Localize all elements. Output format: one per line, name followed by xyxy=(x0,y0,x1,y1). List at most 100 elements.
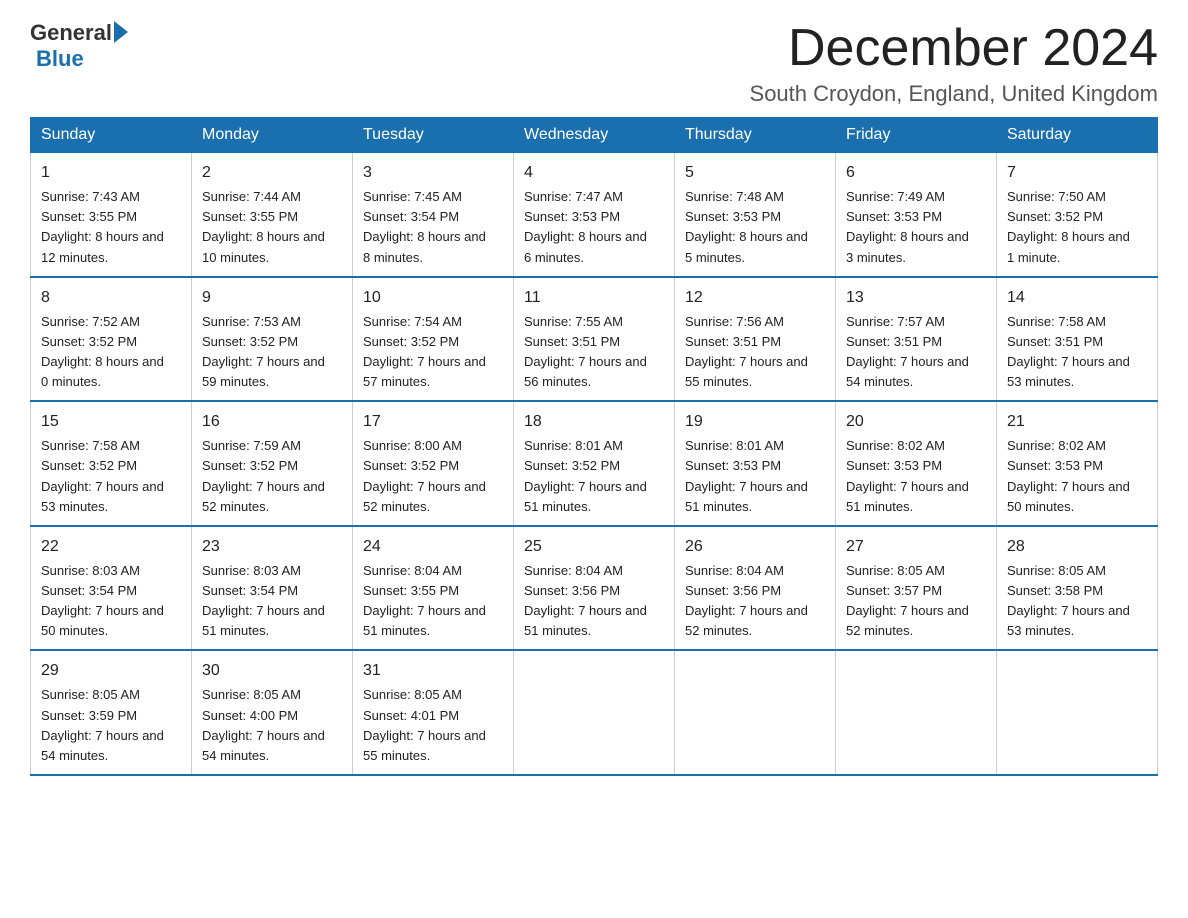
day-number: 26 xyxy=(685,535,825,559)
day-info: Sunrise: 7:59 AMSunset: 3:52 PMDaylight:… xyxy=(202,436,342,517)
calendar-week-row: 22Sunrise: 8:03 AMSunset: 3:54 PMDayligh… xyxy=(31,526,1158,651)
day-info: Sunrise: 8:04 AMSunset: 3:56 PMDaylight:… xyxy=(685,561,825,642)
calendar-cell: 21Sunrise: 8:02 AMSunset: 3:53 PMDayligh… xyxy=(997,401,1158,526)
day-number: 25 xyxy=(524,535,664,559)
calendar-cell: 24Sunrise: 8:04 AMSunset: 3:55 PMDayligh… xyxy=(353,526,514,651)
calendar-week-row: 1Sunrise: 7:43 AMSunset: 3:55 PMDaylight… xyxy=(31,153,1158,277)
day-info: Sunrise: 8:04 AMSunset: 3:56 PMDaylight:… xyxy=(524,561,664,642)
day-number: 10 xyxy=(363,286,503,310)
day-info: Sunrise: 8:01 AMSunset: 3:53 PMDaylight:… xyxy=(685,436,825,517)
calendar-cell: 17Sunrise: 8:00 AMSunset: 3:52 PMDayligh… xyxy=(353,401,514,526)
day-number: 16 xyxy=(202,410,342,434)
day-info: Sunrise: 8:05 AMSunset: 4:01 PMDaylight:… xyxy=(363,685,503,766)
day-number: 23 xyxy=(202,535,342,559)
day-info: Sunrise: 8:02 AMSunset: 3:53 PMDaylight:… xyxy=(1007,436,1147,517)
day-info: Sunrise: 7:57 AMSunset: 3:51 PMDaylight:… xyxy=(846,312,986,393)
day-info: Sunrise: 7:50 AMSunset: 3:52 PMDaylight:… xyxy=(1007,187,1147,268)
calendar-cell: 7Sunrise: 7:50 AMSunset: 3:52 PMDaylight… xyxy=(997,153,1158,277)
day-info: Sunrise: 7:47 AMSunset: 3:53 PMDaylight:… xyxy=(524,187,664,268)
day-number: 9 xyxy=(202,286,342,310)
title-block: December 2024 South Croydon, England, Un… xyxy=(750,20,1158,107)
calendar-cell: 25Sunrise: 8:04 AMSunset: 3:56 PMDayligh… xyxy=(514,526,675,651)
day-info: Sunrise: 8:02 AMSunset: 3:53 PMDaylight:… xyxy=(846,436,986,517)
col-header-thursday: Thursday xyxy=(675,118,836,153)
day-number: 14 xyxy=(1007,286,1147,310)
day-number: 11 xyxy=(524,286,664,310)
calendar-cell: 9Sunrise: 7:53 AMSunset: 3:52 PMDaylight… xyxy=(192,277,353,402)
col-header-tuesday: Tuesday xyxy=(353,118,514,153)
day-info: Sunrise: 7:52 AMSunset: 3:52 PMDaylight:… xyxy=(41,312,181,393)
calendar-cell: 11Sunrise: 7:55 AMSunset: 3:51 PMDayligh… xyxy=(514,277,675,402)
day-info: Sunrise: 8:05 AMSunset: 3:58 PMDaylight:… xyxy=(1007,561,1147,642)
day-info: Sunrise: 7:45 AMSunset: 3:54 PMDaylight:… xyxy=(363,187,503,268)
calendar-cell: 20Sunrise: 8:02 AMSunset: 3:53 PMDayligh… xyxy=(836,401,997,526)
day-number: 27 xyxy=(846,535,986,559)
calendar-cell: 4Sunrise: 7:47 AMSunset: 3:53 PMDaylight… xyxy=(514,153,675,277)
calendar-header-row: SundayMondayTuesdayWednesdayThursdayFrid… xyxy=(31,118,1158,153)
day-number: 24 xyxy=(363,535,503,559)
day-number: 8 xyxy=(41,286,181,310)
day-number: 2 xyxy=(202,161,342,185)
day-info: Sunrise: 7:44 AMSunset: 3:55 PMDaylight:… xyxy=(202,187,342,268)
day-info: Sunrise: 8:03 AMSunset: 3:54 PMDaylight:… xyxy=(41,561,181,642)
col-header-monday: Monday xyxy=(192,118,353,153)
calendar-cell: 5Sunrise: 7:48 AMSunset: 3:53 PMDaylight… xyxy=(675,153,836,277)
day-number: 21 xyxy=(1007,410,1147,434)
day-number: 19 xyxy=(685,410,825,434)
day-info: Sunrise: 7:49 AMSunset: 3:53 PMDaylight:… xyxy=(846,187,986,268)
day-number: 28 xyxy=(1007,535,1147,559)
calendar-cell: 3Sunrise: 7:45 AMSunset: 3:54 PMDaylight… xyxy=(353,153,514,277)
calendar-cell: 8Sunrise: 7:52 AMSunset: 3:52 PMDaylight… xyxy=(31,277,192,402)
day-info: Sunrise: 7:54 AMSunset: 3:52 PMDaylight:… xyxy=(363,312,503,393)
day-info: Sunrise: 7:56 AMSunset: 3:51 PMDaylight:… xyxy=(685,312,825,393)
logo-blue-text: Blue xyxy=(36,46,84,72)
calendar-cell: 12Sunrise: 7:56 AMSunset: 3:51 PMDayligh… xyxy=(675,277,836,402)
day-number: 30 xyxy=(202,659,342,683)
subtitle: South Croydon, England, United Kingdom xyxy=(750,81,1158,107)
day-number: 3 xyxy=(363,161,503,185)
calendar-cell: 19Sunrise: 8:01 AMSunset: 3:53 PMDayligh… xyxy=(675,401,836,526)
col-header-saturday: Saturday xyxy=(997,118,1158,153)
day-info: Sunrise: 7:58 AMSunset: 3:52 PMDaylight:… xyxy=(41,436,181,517)
calendar-cell: 14Sunrise: 7:58 AMSunset: 3:51 PMDayligh… xyxy=(997,277,1158,402)
day-number: 20 xyxy=(846,410,986,434)
day-info: Sunrise: 8:03 AMSunset: 3:54 PMDaylight:… xyxy=(202,561,342,642)
calendar-cell: 29Sunrise: 8:05 AMSunset: 3:59 PMDayligh… xyxy=(31,650,192,775)
calendar-cell: 16Sunrise: 7:59 AMSunset: 3:52 PMDayligh… xyxy=(192,401,353,526)
day-number: 22 xyxy=(41,535,181,559)
day-info: Sunrise: 7:53 AMSunset: 3:52 PMDaylight:… xyxy=(202,312,342,393)
day-number: 15 xyxy=(41,410,181,434)
col-header-sunday: Sunday xyxy=(31,118,192,153)
day-info: Sunrise: 7:48 AMSunset: 3:53 PMDaylight:… xyxy=(685,187,825,268)
day-number: 4 xyxy=(524,161,664,185)
calendar-cell: 26Sunrise: 8:04 AMSunset: 3:56 PMDayligh… xyxy=(675,526,836,651)
calendar-cell: 31Sunrise: 8:05 AMSunset: 4:01 PMDayligh… xyxy=(353,650,514,775)
main-title: December 2024 xyxy=(750,20,1158,77)
calendar-cell: 1Sunrise: 7:43 AMSunset: 3:55 PMDaylight… xyxy=(31,153,192,277)
day-info: Sunrise: 7:55 AMSunset: 3:51 PMDaylight:… xyxy=(524,312,664,393)
day-number: 18 xyxy=(524,410,664,434)
day-number: 1 xyxy=(41,161,181,185)
day-number: 6 xyxy=(846,161,986,185)
calendar-cell: 18Sunrise: 8:01 AMSunset: 3:52 PMDayligh… xyxy=(514,401,675,526)
calendar-cell: 23Sunrise: 8:03 AMSunset: 3:54 PMDayligh… xyxy=(192,526,353,651)
calendar-cell: 28Sunrise: 8:05 AMSunset: 3:58 PMDayligh… xyxy=(997,526,1158,651)
day-number: 5 xyxy=(685,161,825,185)
day-number: 13 xyxy=(846,286,986,310)
calendar-cell: 13Sunrise: 7:57 AMSunset: 3:51 PMDayligh… xyxy=(836,277,997,402)
logo-arrow-icon xyxy=(114,21,128,43)
calendar-week-row: 8Sunrise: 7:52 AMSunset: 3:52 PMDaylight… xyxy=(31,277,1158,402)
calendar-week-row: 15Sunrise: 7:58 AMSunset: 3:52 PMDayligh… xyxy=(31,401,1158,526)
day-info: Sunrise: 8:05 AMSunset: 3:57 PMDaylight:… xyxy=(846,561,986,642)
calendar-week-row: 29Sunrise: 8:05 AMSunset: 3:59 PMDayligh… xyxy=(31,650,1158,775)
col-header-friday: Friday xyxy=(836,118,997,153)
calendar-cell: 6Sunrise: 7:49 AMSunset: 3:53 PMDaylight… xyxy=(836,153,997,277)
calendar-cell: 27Sunrise: 8:05 AMSunset: 3:57 PMDayligh… xyxy=(836,526,997,651)
calendar-cell xyxy=(675,650,836,775)
logo-general-text: General xyxy=(30,20,112,46)
col-header-wednesday: Wednesday xyxy=(514,118,675,153)
day-info: Sunrise: 8:04 AMSunset: 3:55 PMDaylight:… xyxy=(363,561,503,642)
calendar-cell: 10Sunrise: 7:54 AMSunset: 3:52 PMDayligh… xyxy=(353,277,514,402)
calendar-table: SundayMondayTuesdayWednesdayThursdayFrid… xyxy=(30,117,1158,776)
day-number: 7 xyxy=(1007,161,1147,185)
